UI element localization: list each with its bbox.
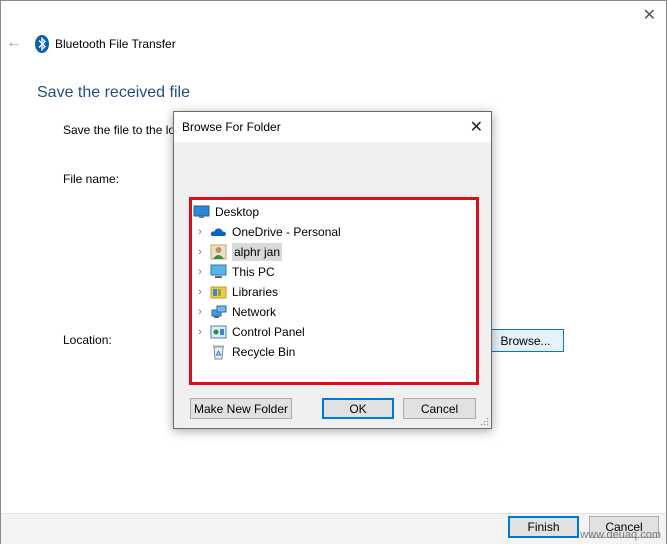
chevron-right-icon[interactable]: › bbox=[194, 306, 206, 318]
bluetooth-icon bbox=[35, 35, 49, 53]
file-name-label: File name: bbox=[63, 172, 120, 186]
tree-item-this-pc[interactable]: › This PC bbox=[194, 262, 275, 282]
tree-item-onedrive[interactable]: › OneDrive - Personal bbox=[194, 222, 341, 242]
finish-button[interactable]: Finish bbox=[508, 516, 579, 538]
user-folder-icon bbox=[210, 244, 227, 260]
tree-item-label: This PC bbox=[232, 265, 275, 279]
libraries-icon bbox=[210, 286, 227, 299]
tree-item-control-panel[interactable]: › Control Panel bbox=[194, 322, 305, 342]
chevron-right-icon[interactable]: › bbox=[194, 246, 206, 258]
cloud-icon bbox=[210, 228, 226, 236]
tree-item-alphr-jan[interactable]: › alphr jan bbox=[194, 242, 283, 262]
chevron-right-icon[interactable]: › bbox=[194, 266, 206, 278]
tree-item-libraries[interactable]: › Libraries bbox=[194, 282, 278, 302]
chevron-right-icon[interactable]: › bbox=[194, 326, 206, 338]
watermark: www.deuaq.com bbox=[580, 529, 661, 541]
window-close-icon[interactable]: ✕ bbox=[643, 5, 656, 25]
back-arrow-icon[interactable]: ← bbox=[6, 34, 22, 52]
dialog-title: Browse For Folder bbox=[182, 120, 281, 134]
ok-button[interactable]: OK bbox=[322, 398, 394, 419]
chevron-right-icon[interactable]: › bbox=[194, 226, 206, 238]
tree-item-recycle-bin[interactable]: Recycle Bin bbox=[194, 342, 295, 362]
chevron-right-icon[interactable]: › bbox=[194, 286, 206, 298]
computer-icon bbox=[210, 264, 227, 278]
desktop-icon bbox=[193, 205, 210, 218]
tree-item-label: Network bbox=[232, 305, 277, 319]
dialog-cancel-button[interactable]: Cancel bbox=[403, 398, 476, 419]
dialog-titlebar: Browse For Folder ✕ bbox=[174, 112, 491, 142]
browse-button[interactable]: Browse... bbox=[487, 329, 564, 352]
browse-for-folder-dialog: Browse For Folder ✕ Desktop › OneDrive -… bbox=[173, 111, 492, 429]
tree-item-label: Desktop bbox=[215, 205, 260, 219]
location-label: Location: bbox=[63, 333, 112, 347]
tree-item-label: Recycle Bin bbox=[232, 345, 296, 359]
control-panel-icon bbox=[210, 325, 227, 339]
make-new-folder-button[interactable]: Make New Folder bbox=[190, 398, 292, 419]
network-icon bbox=[211, 305, 227, 318]
dialog-close-icon[interactable]: ✕ bbox=[470, 117, 483, 137]
tree-item-network[interactable]: › Network bbox=[194, 302, 276, 322]
tree-item-label: Control Panel bbox=[232, 325, 305, 339]
recycle-bin-icon bbox=[213, 345, 224, 360]
tree-item-label: Libraries bbox=[232, 285, 279, 299]
resize-grip-icon[interactable] bbox=[479, 416, 489, 426]
page-heading: Save the received file bbox=[37, 84, 190, 101]
window-title: Bluetooth File Transfer bbox=[55, 37, 176, 51]
tree-item-label: OneDrive - Personal bbox=[232, 225, 341, 239]
tree-item-label: alphr jan bbox=[232, 243, 283, 261]
folder-tree[interactable]: Desktop › OneDrive - Personal › alphr ja… bbox=[189, 197, 479, 385]
save-instruction: Save the file to the lo bbox=[63, 123, 176, 137]
tree-item-desktop[interactable]: Desktop bbox=[192, 202, 259, 222]
